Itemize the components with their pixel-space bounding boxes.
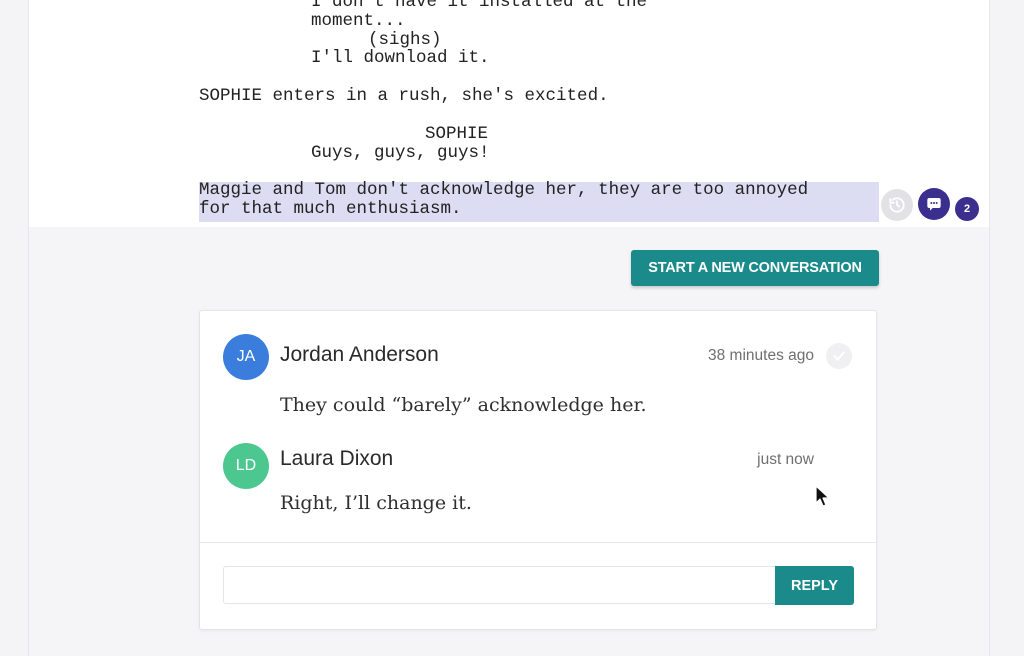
conversation-thread: JA Jordan Anderson 38 minutes ago They c… xyxy=(199,310,877,630)
action-line-selected: for that much enthusiasm. xyxy=(199,199,462,219)
reply-button[interactable]: REPLY xyxy=(775,566,854,605)
comment-author: Laura Dixon xyxy=(280,447,394,470)
history-icon[interactable] xyxy=(881,189,913,221)
reply-input[interactable] xyxy=(223,566,775,604)
comment-timestamp: just now xyxy=(757,451,814,468)
action-line-selected: Maggie and Tom don't acknowledge her, th… xyxy=(199,180,809,200)
dialogue-line: moment... xyxy=(311,11,406,31)
mouse-pointer-icon xyxy=(815,485,831,509)
check-icon[interactable] xyxy=(826,343,852,369)
start-new-conversation-button[interactable]: START A NEW CONVERSATION xyxy=(631,250,879,286)
dialogue-line: Guys, guys, guys! xyxy=(311,143,490,163)
comment-icon[interactable] xyxy=(918,188,950,220)
comment-text: Right, I’ll change it. xyxy=(280,492,472,514)
avatar: LD xyxy=(223,443,269,489)
comment-timestamp: 38 minutes ago xyxy=(708,347,814,364)
character-name: SOPHIE xyxy=(425,124,489,144)
comment-count-badge[interactable]: 2 xyxy=(955,197,979,221)
dialogue-line: I'll download it. xyxy=(311,48,490,68)
avatar: JA xyxy=(223,334,269,380)
action-line: SOPHIE enters in a rush, she's excited. xyxy=(199,86,609,106)
script-page: I don't have it installed at the moment.… xyxy=(28,0,990,656)
divider xyxy=(200,542,876,543)
comment-text: They could “barely” acknowledge her. xyxy=(280,394,647,416)
script-content: I don't have it installed at the moment.… xyxy=(29,0,989,227)
comment-author: Jordan Anderson xyxy=(280,343,439,366)
